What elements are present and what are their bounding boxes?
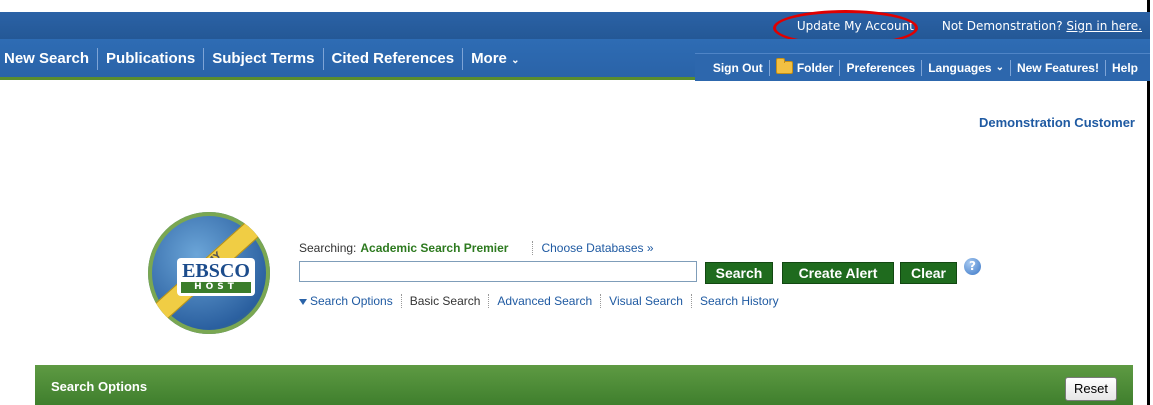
page-frame: Update My Account Not Demonstration? Sig… <box>0 0 1150 405</box>
nav-subject-terms[interactable]: Subject Terms <box>203 48 322 70</box>
nav-left: New Search Publications Subject Terms Ci… <box>0 47 527 71</box>
search-history-link[interactable]: Search History <box>690 294 787 308</box>
main-nav: New Search Publications Subject Terms Ci… <box>0 39 1150 81</box>
choose-databases-link[interactable]: Choose Databases » <box>532 241 654 255</box>
basic-search-link[interactable]: Basic Search <box>400 294 489 308</box>
languages-menu[interactable]: Languages ⌄ <box>921 59 1010 76</box>
help-icon[interactable]: ? <box>964 258 981 275</box>
visual-search-link[interactable]: Visual Search <box>600 294 691 308</box>
triangle-down-icon <box>299 298 307 305</box>
logo-wordmark: EBSCO HOST <box>177 258 255 296</box>
folder-link[interactable]: Folder <box>768 58 840 76</box>
ebsco-host-logo: MY EBSCO HOST <box>148 212 270 334</box>
chevron-down-icon: ⌄ <box>995 61 1004 73</box>
not-demo-text: Not Demonstration? <box>941 18 1063 33</box>
help-link[interactable]: Help <box>1104 59 1144 76</box>
reset-button[interactable]: Reset <box>1065 377 1117 401</box>
update-my-account-link[interactable]: Update My Account <box>772 9 924 46</box>
signin-area: Not Demonstration? Sign in here. <box>942 19 1142 33</box>
nav-new-search[interactable]: New Search <box>0 48 97 70</box>
customer-name: Demonstration Customer <box>978 115 1135 130</box>
search-options-toggle[interactable]: Search Options <box>299 294 401 308</box>
clear-button[interactable]: Clear <box>900 262 957 284</box>
sign-in-link[interactable]: Sign in here. <box>1066 19 1142 33</box>
search-button[interactable]: Search <box>705 262 773 284</box>
nav-publications[interactable]: Publications <box>97 48 203 70</box>
searching-label: Searching: <box>299 241 357 255</box>
nav-cited-references[interactable]: Cited References <box>322 48 463 70</box>
chevron-down-icon: ⌄ <box>511 55 520 66</box>
database-name: Academic Search Premier <box>360 241 509 255</box>
folder-label: Folder <box>796 60 834 75</box>
advanced-search-link[interactable]: Advanced Search <box>488 294 600 308</box>
searching-line: Searching: Academic Search Premier Choos… <box>299 241 654 255</box>
create-alert-button[interactable]: Create Alert <box>782 262 894 284</box>
new-features-link[interactable]: New Features! <box>1009 59 1105 76</box>
search-mode-links: Search Options Basic Search Advanced Sea… <box>299 294 787 308</box>
top-bar: Update My Account Not Demonstration? Sig… <box>0 9 1150 46</box>
sign-out-link[interactable]: Sign Out <box>707 60 769 76</box>
search-options-panel: Search Options Reset <box>35 365 1133 405</box>
nav-right: Sign Out Folder Preferences Languages ⌄ … <box>694 53 1150 81</box>
nav-more-label: More <box>471 50 507 67</box>
nav-more[interactable]: More ⌄ <box>462 48 527 70</box>
preferences-link[interactable]: Preferences <box>839 59 921 76</box>
folder-icon <box>775 58 793 74</box>
search-options-title: Search Options <box>51 379 148 394</box>
languages-label: Languages <box>928 60 992 75</box>
search-input[interactable] <box>299 261 697 282</box>
